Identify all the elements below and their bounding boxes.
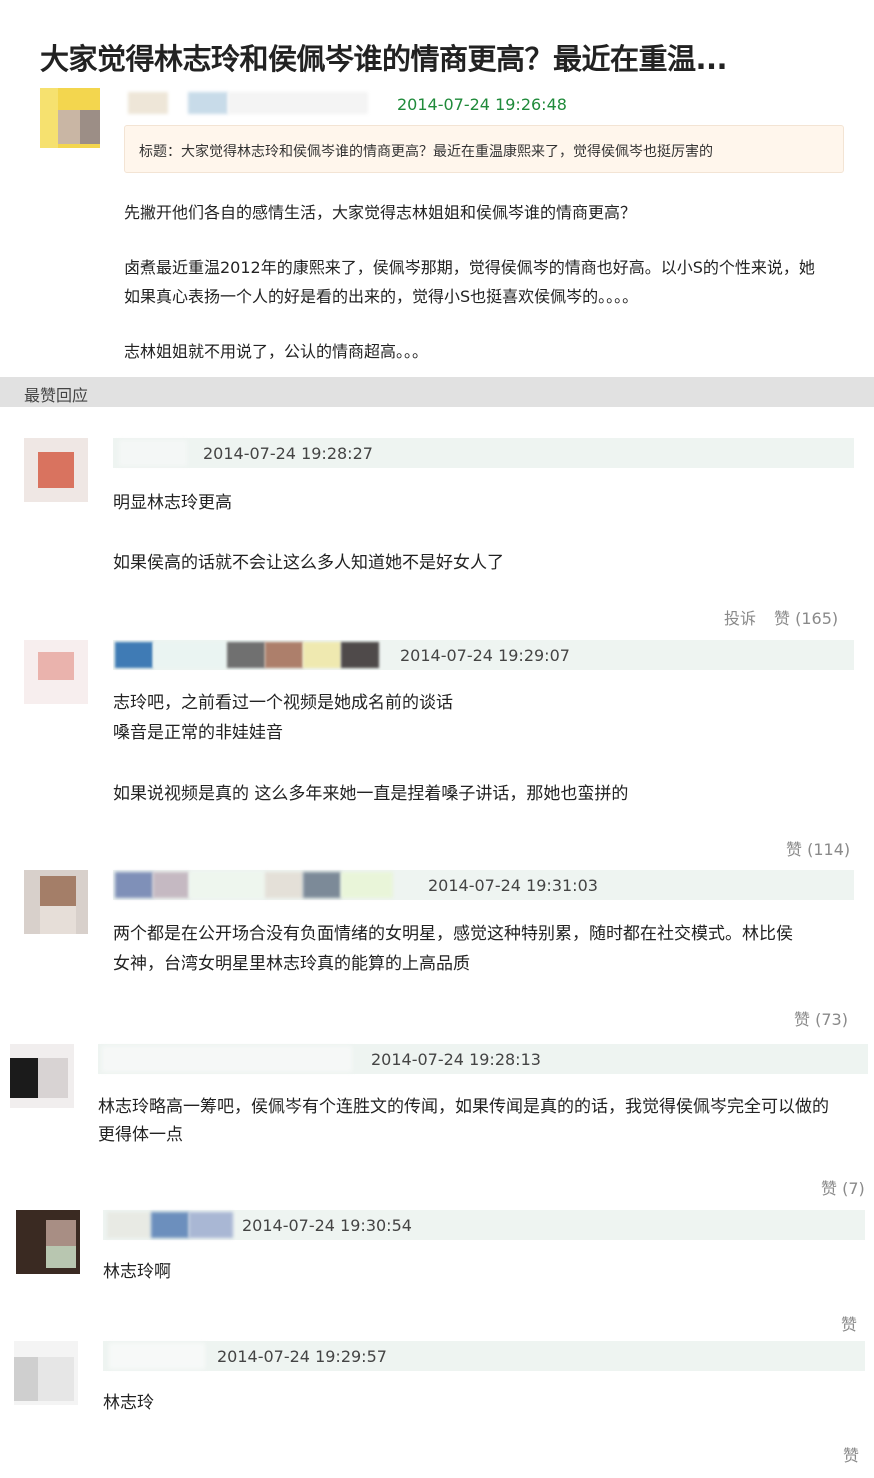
comment-text: 林志玲啊: [103, 1262, 171, 1282]
op-username-blurred[interactable]: [128, 92, 378, 114]
section-label: 最赞回应: [24, 386, 89, 405]
username-blurred[interactable]: [109, 1343, 205, 1369]
like-button[interactable]: 赞 (114): [786, 840, 850, 859]
comment-actions: 赞: [841, 1311, 857, 1335]
section-header: 最赞回应: [0, 377, 874, 407]
comment-text: 如果说视频是真的 这么多年来她一直是捏着嗓子讲话，那她也蛮拼的: [113, 784, 629, 804]
comment-header: 2014-07-24 19:29:07: [113, 640, 854, 670]
like-button[interactable]: 赞: [841, 1315, 857, 1334]
like-button[interactable]: 赞 (7): [821, 1179, 865, 1198]
comment-timestamp: 2014-07-24 19:28:13: [371, 1050, 541, 1069]
username-blurred[interactable]: [115, 872, 153, 898]
comment-text: 志玲吧，之前看过一个视频是她成名前的谈话: [113, 693, 453, 713]
comment-text: 更得体一点: [98, 1125, 183, 1145]
comment-timestamp: 2014-07-24 19:29:07: [400, 646, 570, 665]
comment-header: 2014-07-24 19:30:54: [103, 1210, 865, 1240]
like-button[interactable]: 赞 (73): [794, 1010, 848, 1029]
comment-timestamp: 2014-07-24 19:28:27: [203, 444, 373, 463]
comment-text: 嗓音是正常的非娃娃音: [113, 723, 283, 743]
comment-header: 2014-07-24 19:29:57: [103, 1341, 865, 1371]
comment-header: 2014-07-24 19:31:03: [113, 870, 854, 900]
username-blurred[interactable]: [119, 440, 187, 466]
comment-header: 2014-07-24 19:28:27: [113, 438, 854, 468]
post-quote-box: 标题：大家觉得林志玲和侯佩岑谁的情商更高？最近在重温康熙来了，觉得侯佩岑也挺厉害…: [124, 125, 844, 173]
avatar[interactable]: [14, 1341, 78, 1405]
comment-text: 两个都是在公开场合没有负面情绪的女明星，感觉这种特别累，随时都在社交模式。林比侯: [113, 924, 793, 944]
comment-text: 林志玲: [103, 1393, 154, 1413]
username-blurred[interactable]: [102, 1046, 352, 1072]
like-button[interactable]: 赞 (165): [774, 609, 838, 628]
comment-actions: 赞 (114): [786, 836, 850, 860]
comment-actions: 赞: [843, 1442, 859, 1466]
comment-text: 女神，台湾女明星里林志玲真的能算的上高品质: [113, 954, 470, 974]
post-paragraph: 先撇开他们各自的感情生活，大家觉得志林姐姐和侯佩岑谁的情商更高？: [124, 203, 637, 222]
avatar[interactable]: [16, 1210, 80, 1274]
post-paragraph: 如果真心表扬一个人的好是看的出来的，觉得小S也挺喜欢侯佩岑的。。。。: [124, 287, 639, 306]
like-button[interactable]: 赞: [843, 1446, 859, 1465]
comment-actions: 赞 (7): [821, 1175, 865, 1199]
username-blurred[interactable]: [115, 642, 153, 668]
comment-timestamp: 2014-07-24 19:30:54: [242, 1216, 412, 1235]
op-timestamp: 2014-07-24 19:26:48: [397, 95, 567, 114]
comment-actions: 投诉赞 (165): [724, 605, 838, 629]
avatar[interactable]: [24, 870, 88, 934]
post-paragraph: 志林姐姐就不用说了，公认的情商超高。。。: [124, 342, 429, 361]
post-title: 大家觉得林志玲和侯佩岑谁的情商更高？最近在重温...: [40, 42, 728, 76]
avatar[interactable]: [10, 1044, 74, 1108]
report-link[interactable]: 投诉: [724, 609, 756, 628]
avatar[interactable]: [24, 640, 88, 704]
comment-header: 2014-07-24 19:28:13: [98, 1044, 868, 1074]
comment-timestamp: 2014-07-24 19:31:03: [428, 876, 598, 895]
comment-text: 林志玲略高一筹吧，侯佩岑有个连胜文的传闻，如果传闻是真的的话，我觉得侯佩岑完全可…: [98, 1097, 829, 1117]
avatar[interactable]: [24, 438, 88, 502]
comment-text: 如果侯高的话就不会让这么多人知道她不是好女人了: [113, 553, 504, 573]
comment-text: 明显林志玲更高: [113, 493, 232, 513]
comment-timestamp: 2014-07-24 19:29:57: [217, 1347, 387, 1366]
op-avatar[interactable]: [40, 88, 100, 148]
comment-actions: 赞 (73): [794, 1006, 848, 1030]
username-blurred[interactable]: [107, 1212, 151, 1238]
post-paragraph: 卤煮最近重温2012年的康熙来了，侯佩岑那期，觉得侯佩岑的情商也好高。以小S的个…: [124, 258, 815, 277]
